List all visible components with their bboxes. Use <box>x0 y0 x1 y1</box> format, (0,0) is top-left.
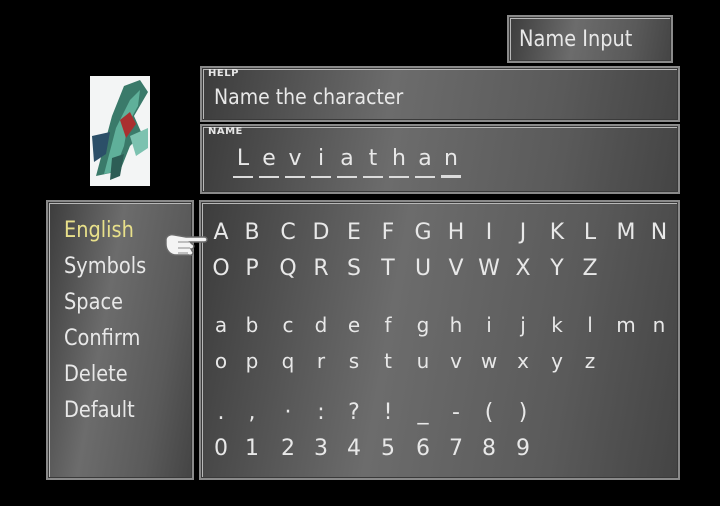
name-letter-slot: v <box>282 146 308 178</box>
name-panel: NAME Leviathan <box>200 124 680 194</box>
char-key[interactable]: w <box>477 348 501 374</box>
char-key[interactable]: d <box>309 312 333 338</box>
char-key[interactable]: ! <box>376 400 400 426</box>
char-key[interactable]: W <box>477 256 501 282</box>
char-key[interactable]: ? <box>342 400 366 426</box>
char-key[interactable]: 0 <box>209 436 233 462</box>
char-key[interactable]: U <box>411 256 435 282</box>
char-key[interactable]: p <box>240 348 264 374</box>
char-key[interactable]: L <box>578 220 602 246</box>
char-key[interactable]: 5 <box>376 436 400 462</box>
char-key[interactable]: P <box>240 256 264 282</box>
character-grid: ABCDEFGHIJKLMN OPQRSTUVWXYZabcdefghijklmn… <box>199 200 680 480</box>
menu-item-confirm[interactable]: Confirm <box>64 326 140 351</box>
char-key[interactable]: 6 <box>411 436 435 462</box>
char-key[interactable]: 4 <box>342 436 366 462</box>
menu-item-default[interactable]: Default <box>64 398 135 423</box>
hand-pointer-icon <box>165 234 208 256</box>
char-key[interactable]: - <box>444 400 468 426</box>
char-key[interactable]: b <box>240 312 264 338</box>
char-key[interactable]: c <box>276 312 300 338</box>
help-panel: HELP Name the character <box>200 66 680 122</box>
char-key[interactable]: a <box>209 312 233 338</box>
char-key[interactable]: M <box>614 220 638 246</box>
char-key[interactable]: ) <box>511 400 535 426</box>
char-key[interactable]: Y <box>545 256 569 282</box>
char-key[interactable]: 1 <box>240 436 264 462</box>
char-key[interactable]: J <box>511 220 535 246</box>
menu-item-english[interactable]: English <box>64 218 134 243</box>
char-key[interactable]: 8 <box>477 436 501 462</box>
char-key[interactable]: T <box>376 256 400 282</box>
name-letter-slot: L <box>230 146 256 178</box>
char-key[interactable]: ( <box>477 400 501 426</box>
char-key[interactable]: t <box>376 348 400 374</box>
char-key[interactable]: x <box>511 348 535 374</box>
char-key[interactable]: N <box>647 220 671 246</box>
char-key[interactable]: , <box>240 400 264 426</box>
char-key[interactable]: g <box>411 312 435 338</box>
char-key[interactable]: O <box>209 256 233 282</box>
char-key[interactable]: S <box>342 256 366 282</box>
name-letter-slot: n <box>438 146 464 178</box>
char-key[interactable]: h <box>444 312 468 338</box>
char-key[interactable]: 3 <box>309 436 333 462</box>
name-letter-slot: i <box>308 146 334 178</box>
name-letter-slot: t <box>360 146 386 178</box>
screen-title-panel: Name Input <box>507 15 673 63</box>
char-key[interactable]: s <box>342 348 366 374</box>
char-key[interactable]: q <box>276 348 300 374</box>
name-letter-slot: h <box>386 146 412 178</box>
leviathan-portrait-image <box>90 76 150 186</box>
name-letter-slot: e <box>256 146 282 178</box>
char-key[interactable]: I <box>477 220 501 246</box>
char-key[interactable]: D <box>309 220 333 246</box>
name-tag: NAME <box>208 126 243 137</box>
char-key[interactable]: z <box>578 348 602 374</box>
char-key[interactable]: _ <box>411 400 435 426</box>
char-key[interactable]: H <box>444 220 468 246</box>
char-key[interactable]: o <box>209 348 233 374</box>
char-key[interactable]: k <box>545 312 569 338</box>
menu-item-space[interactable]: Space <box>64 290 123 315</box>
char-key[interactable]: Q <box>276 256 300 282</box>
char-key[interactable]: A <box>209 220 233 246</box>
char-key[interactable]: K <box>545 220 569 246</box>
char-key[interactable]: l <box>578 312 602 338</box>
char-key[interactable]: 7 <box>444 436 468 462</box>
char-key[interactable]: i <box>477 312 501 338</box>
char-key[interactable]: Z <box>578 256 602 282</box>
char-key[interactable]: X <box>511 256 535 282</box>
screen-title: Name Input <box>519 27 633 52</box>
char-key[interactable]: m <box>614 312 638 338</box>
char-key[interactable]: . <box>209 400 233 426</box>
name-letter-slot: a <box>334 146 360 178</box>
char-key[interactable]: v <box>444 348 468 374</box>
char-key[interactable]: r <box>309 348 333 374</box>
char-key[interactable]: C <box>276 220 300 246</box>
help-tag: HELP <box>208 68 239 79</box>
char-key[interactable]: n <box>647 312 671 338</box>
char-key[interactable]: · <box>276 400 300 426</box>
char-key[interactable]: G <box>411 220 435 246</box>
char-key[interactable]: y <box>545 348 569 374</box>
char-key[interactable]: 9 <box>511 436 535 462</box>
help-text: Name the character <box>214 85 404 109</box>
char-key[interactable]: E <box>342 220 366 246</box>
char-key[interactable]: V <box>444 256 468 282</box>
char-key[interactable]: e <box>342 312 366 338</box>
char-key[interactable]: f <box>376 312 400 338</box>
char-key[interactable]: 2 <box>276 436 300 462</box>
name-field[interactable]: Leviathan <box>230 146 464 178</box>
char-key[interactable]: B <box>240 220 264 246</box>
leviathan-portrait <box>90 76 150 186</box>
name-letter-slot: a <box>412 146 438 178</box>
char-key[interactable]: : <box>309 400 333 426</box>
menu-item-delete[interactable]: Delete <box>64 362 128 387</box>
char-key[interactable]: R <box>309 256 333 282</box>
char-key[interactable]: j <box>511 312 535 338</box>
menu-item-symbols[interactable]: Symbols <box>64 254 146 279</box>
char-key[interactable]: F <box>376 220 400 246</box>
char-key[interactable]: u <box>411 348 435 374</box>
